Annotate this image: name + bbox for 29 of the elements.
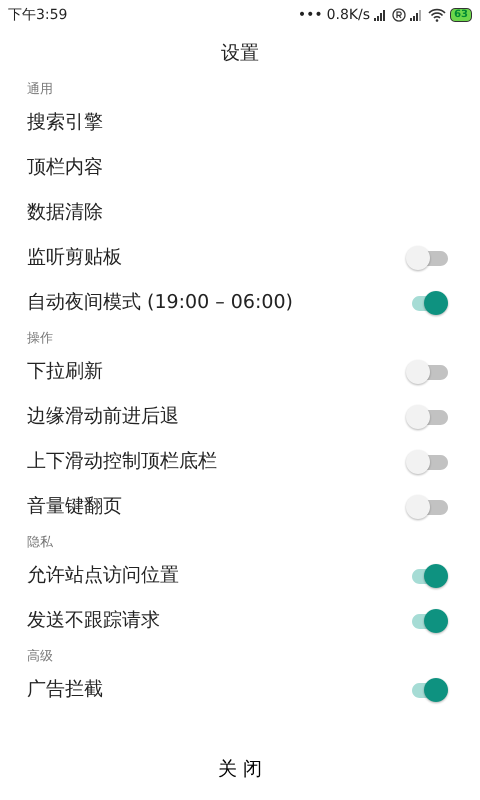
section-header: 操作	[26, 330, 54, 348]
settings-item[interactable]: 搜索引擎	[27, 108, 103, 137]
settings-label: 自动夜间模式 (19:00 – 06:00)	[27, 290, 293, 316]
status-time: 下午3:59	[8, 6, 68, 24]
wifi-icon	[428, 8, 446, 22]
network-speed: 0.8K/s	[326, 6, 370, 24]
settings-label: 广告拦截	[27, 677, 103, 702]
toggle-switch[interactable]	[406, 360, 450, 384]
toggle-switch[interactable]	[406, 404, 450, 428]
section-header: 隐私	[26, 534, 54, 552]
toggle-switch[interactable]	[406, 450, 450, 474]
page-title: 设置	[220, 40, 260, 66]
settings-item[interactable]: 数据清除	[27, 198, 103, 227]
toggle-switch[interactable]	[406, 246, 450, 270]
registered-icon	[392, 8, 406, 22]
section-header: 高级	[26, 648, 54, 666]
battery-indicator: 63	[450, 8, 472, 22]
more-dots: •••	[298, 6, 323, 24]
settings-label: 上下滑动控制顶栏底栏	[27, 449, 217, 474]
settings-label: 发送不跟踪请求	[27, 608, 160, 634]
toggle-switch[interactable]	[406, 494, 450, 518]
settings-label: 边缘滑动前进后退	[27, 404, 179, 430]
settings-item[interactable]: 顶栏内容	[27, 153, 103, 182]
settings-label: 下拉刷新	[27, 359, 103, 384]
settings-label: 监听剪贴板	[27, 245, 122, 270]
settings-label: 允许站点访问位置	[27, 563, 179, 588]
section-header: 通用	[26, 81, 54, 99]
settings-label: 音量键翻页	[27, 494, 122, 520]
close-button[interactable]: 关 闭	[212, 754, 268, 784]
